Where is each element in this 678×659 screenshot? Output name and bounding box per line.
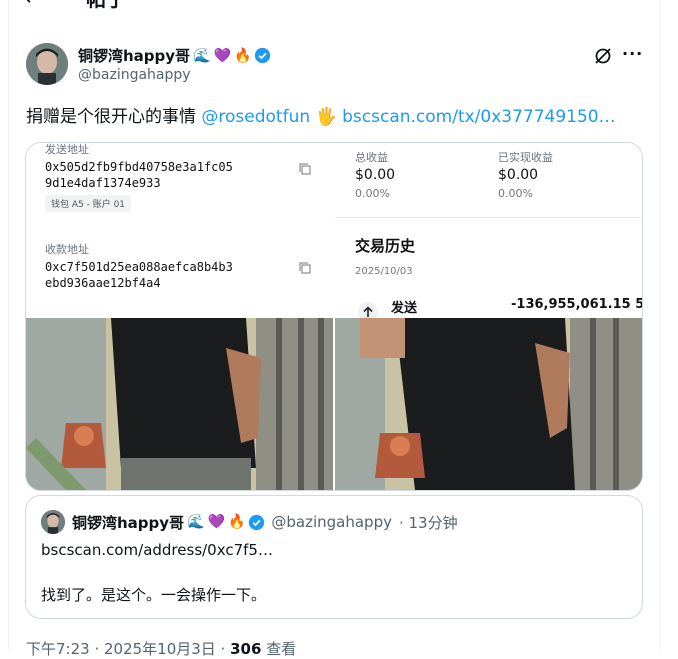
tweet-timestamp[interactable]: 下午7:23 · 2025年10月3日 · (26, 640, 230, 658)
history-title: 交易历史 (355, 237, 416, 255)
grok-icon[interactable] (593, 46, 613, 66)
fire-emoji: 🔥 (227, 514, 246, 530)
screenshot-transaction-history: 总收益 $0.00 0.00% 已实现收益 $0.00 0.00% 交易历史 2… (335, 143, 643, 322)
tweet-meta: 下午7:23 · 2025年10月3日 · 306 查看 (26, 638, 296, 659)
divider (335, 217, 642, 218)
author-name-row[interactable]: 铜锣湾happy哥 🌊 💜 🔥 (78, 45, 271, 66)
top-bar: ← 帖子 (0, 0, 660, 20)
fire-emoji: 🔥 (233, 47, 252, 64)
tx-link[interactable]: bscscan.com/tx/0x377749150… (342, 107, 616, 127)
views-label: 查看 (261, 640, 297, 658)
copy-icon (299, 163, 311, 175)
author-name[interactable]: 铜锣湾happy哥 (78, 45, 190, 66)
tweet-body: 捐赠是个很开心的事情 (26, 107, 202, 127)
quoted-author-handle: @bazingahappy (271, 513, 392, 531)
realized-earnings-pct: 0.00% (498, 187, 533, 200)
photo-right (335, 318, 642, 490)
from-address-label: 发送地址 (45, 143, 89, 156)
wave-emoji: 🌊 (187, 514, 205, 530)
from-address-line1: 0x505d2fb9fbd40758e3a1fc05 (45, 160, 233, 174)
verified-badge-icon (255, 47, 271, 64)
screenshot-wallet-addresses: 发送地址 0x505d2fb9fbd40758e3a1fc05 9d1e4daf… (26, 143, 333, 318)
column-border-left (8, 0, 9, 650)
author-handle[interactable]: @bazingahappy (78, 67, 191, 83)
tx-type: 发送 (391, 301, 418, 316)
realized-earnings-value: $0.00 (498, 167, 539, 183)
tweet-text: 捐赠是个很开心的事情 @rosedotfun 🖐 bscscan.com/tx/… (26, 105, 616, 129)
to-address-line2: ebd936aae12bf4a4 (45, 276, 161, 290)
history-date: 2025/10/03 (355, 266, 413, 277)
avatar (41, 510, 65, 534)
copy-icon (299, 262, 311, 274)
purple-heart-emoji: 💜 (213, 47, 231, 64)
column-border-right (659, 0, 660, 650)
quoted-link-text: bscscan.com/address/0xc7f5… (41, 541, 273, 559)
wallet-chip: 钱包 A5 - 账户 01 (45, 195, 132, 212)
quoted-author-row: 铜锣湾happy哥 🌊 💜 🔥 @bazingahappy · 13分钟 (41, 510, 458, 534)
total-earnings-label: 总收益 (355, 151, 388, 164)
tx-amount: -136,955,061.15 5 (511, 297, 643, 312)
media-grid[interactable]: 发送地址 0x505d2fb9fbd40758e3a1fc05 9d1e4daf… (25, 142, 643, 491)
page-title: 帖子 (86, 0, 126, 12)
mention-link[interactable]: @rosedotfun (201, 107, 310, 127)
from-address-line2: 9d1e4daf1374e933 (45, 176, 161, 190)
to-address-line1: 0xc7f501d25ea088aefca8b4b3 (45, 260, 233, 274)
to-address-label: 收款地址 (45, 243, 89, 256)
arrow-left-icon[interactable]: ← (24, 0, 42, 12)
more-options-icon[interactable]: ··· (622, 44, 643, 63)
purple-heart-emoji: 💜 (207, 514, 225, 530)
wave-emoji: 🌊 (193, 47, 211, 64)
views-count: 306 (230, 640, 262, 658)
quoted-tweet[interactable]: 铜锣湾happy哥 🌊 💜 🔥 @bazingahappy · 13分钟 bsc… (25, 495, 643, 619)
total-earnings-value: $0.00 (355, 167, 396, 183)
quoted-text: 找到了。是这个。一会操作一下。 (41, 586, 267, 604)
hand-emoji: 🖐 (315, 107, 337, 127)
verified-badge-icon (249, 514, 265, 530)
realized-earnings-label: 已实现收益 (498, 151, 553, 164)
total-earnings-pct: 0.00% (355, 187, 390, 200)
avatar[interactable] (26, 43, 68, 85)
quoted-time: · 13分钟 (398, 513, 458, 532)
quoted-author-name: 铜锣湾happy哥 (72, 513, 185, 532)
photo-left (26, 318, 333, 490)
